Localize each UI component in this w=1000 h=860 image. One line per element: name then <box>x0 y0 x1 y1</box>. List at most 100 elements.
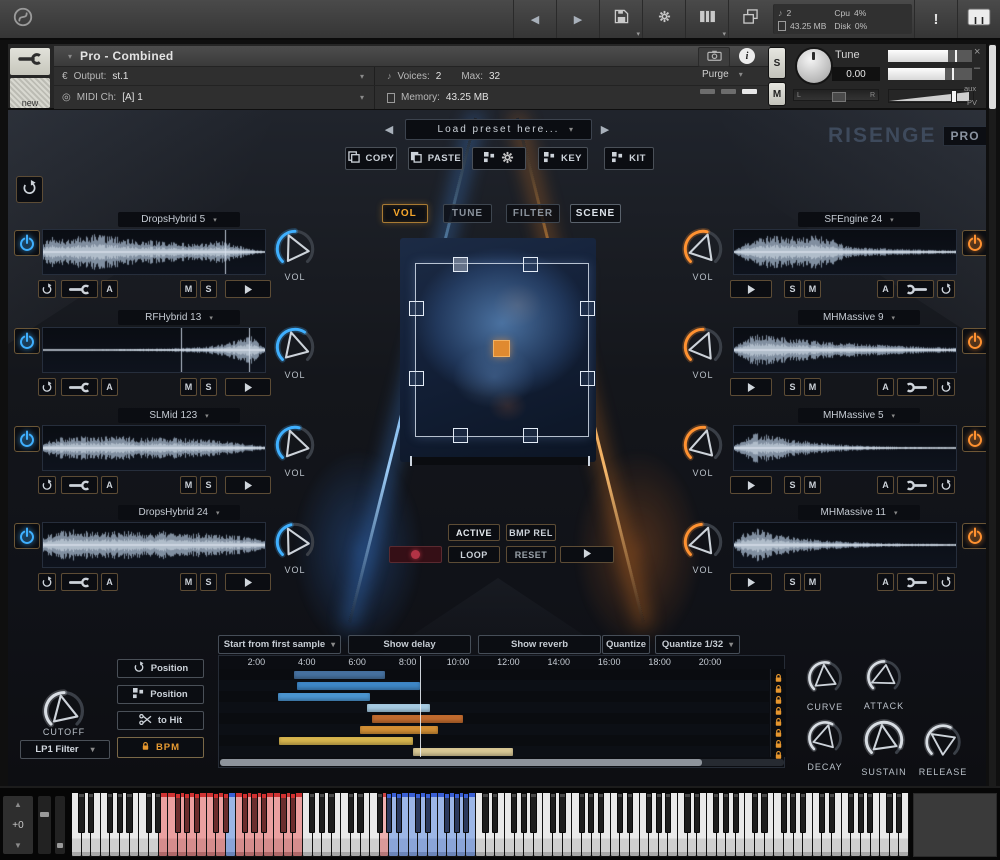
waveform-display[interactable] <box>42 327 266 373</box>
slot-mute-button[interactable]: M <box>180 280 197 298</box>
slot-volume-knob[interactable] <box>678 322 728 377</box>
slot-mute-button[interactable]: M <box>180 573 197 591</box>
snap-to-hit-button[interactable]: to Hit <box>117 711 204 730</box>
black-key-74[interactable] <box>790 793 796 833</box>
black-key-73[interactable] <box>781 793 787 833</box>
copy-button[interactable]: COPY <box>345 147 397 170</box>
pan-handle[interactable] <box>832 92 846 102</box>
sample-bar-3[interactable] <box>278 693 370 701</box>
slot-auto-button[interactable]: A <box>877 280 894 298</box>
black-key-0[interactable] <box>78 793 84 833</box>
black-key-25[interactable] <box>319 793 325 833</box>
slot-solo-button[interactable]: S <box>200 573 217 591</box>
release-knob[interactable] <box>920 719 966 770</box>
minimize-view-button[interactable] <box>728 0 771 38</box>
black-key-1[interactable] <box>88 793 94 833</box>
slot-mute-button[interactable]: M <box>180 378 197 396</box>
black-key-43[interactable] <box>492 793 498 833</box>
black-key-50[interactable] <box>559 793 565 833</box>
timeline-row[interactable] <box>219 680 769 691</box>
black-key-61[interactable] <box>665 793 671 833</box>
row-lock-icon[interactable] <box>774 670 783 680</box>
black-key-19[interactable] <box>261 793 267 833</box>
slot-solo-button[interactable]: S <box>200 378 217 396</box>
black-key-47[interactable] <box>530 793 536 833</box>
start-mode-select[interactable]: Start from first sample <box>218 635 341 654</box>
slot-refresh-button[interactable] <box>38 476 56 494</box>
black-key-80[interactable] <box>848 793 854 833</box>
tab-scene[interactable]: SCENE <box>570 204 621 223</box>
quantize-value-select[interactable]: Quantize 1/32 <box>655 635 740 654</box>
slot-volume-knob[interactable] <box>678 420 728 475</box>
black-key-75[interactable] <box>800 793 806 833</box>
pad-handle-right-2[interactable] <box>580 371 595 386</box>
slot-auto-button[interactable]: A <box>101 573 118 591</box>
slot-auto-button[interactable]: A <box>877 476 894 494</box>
new-instrument-button[interactable]: new <box>10 78 50 108</box>
tune-knob[interactable] <box>795 47 833 85</box>
black-key-7[interactable] <box>146 793 152 833</box>
slot-solo-button[interactable]: S <box>784 378 801 396</box>
transpose-down-icon[interactable]: ▼ <box>14 841 22 850</box>
volume-handle[interactable] <box>951 90 957 103</box>
slot-play-button[interactable] <box>730 378 772 396</box>
slot-tune-tool-button[interactable] <box>897 280 934 298</box>
pad-handle-left-2[interactable] <box>409 371 424 386</box>
row-lock-icon[interactable] <box>774 736 783 746</box>
record-button[interactable] <box>389 546 442 563</box>
curve-knob[interactable] <box>803 656 847 705</box>
waveform-display[interactable] <box>733 425 957 471</box>
black-key-64[interactable] <box>694 793 700 833</box>
piano-keyboard[interactable] <box>72 793 909 857</box>
view-layout-button[interactable] <box>685 0 728 38</box>
kit-mode-button[interactable]: KIT <box>604 147 654 170</box>
row-lock-icon[interactable] <box>774 681 783 691</box>
close-button[interactable]: × <box>974 46 980 58</box>
black-key-3[interactable] <box>107 793 113 833</box>
row-lock-icon[interactable] <box>774 747 783 757</box>
nav-back-button[interactable] <box>513 0 556 38</box>
quantize-button[interactable]: Quantize <box>602 635 650 654</box>
black-key-56[interactable] <box>617 793 623 833</box>
slot-power-button[interactable] <box>14 230 40 256</box>
black-key-40[interactable] <box>463 793 469 833</box>
instrument-title-bar[interactable]: Pro - Combined <box>54 46 770 66</box>
loop-button[interactable]: LOOP <box>448 546 500 563</box>
rack-scrollbar-thumb[interactable] <box>989 45 996 109</box>
slot-power-button[interactable] <box>14 328 40 354</box>
black-key-66[interactable] <box>713 793 719 833</box>
slot-power-button[interactable] <box>14 426 40 452</box>
black-key-54[interactable] <box>598 793 604 833</box>
slot-refresh-button[interactable] <box>937 573 955 591</box>
waveform-display[interactable] <box>42 229 266 275</box>
purge-menu[interactable]: Purge <box>702 69 743 80</box>
sample-timeline[interactable]: 2:004:006:008:0010:0012:0014:0016:0018:0… <box>218 655 785 768</box>
black-key-35[interactable] <box>415 793 421 833</box>
slot-tune-tool-button[interactable] <box>897 573 934 591</box>
slot-mute-button[interactable]: M <box>180 476 197 494</box>
timeline-row[interactable] <box>219 735 769 746</box>
paste-button[interactable]: PASTE <box>408 147 463 170</box>
sample-select[interactable]: DropsHybrid 5 <box>118 212 240 227</box>
sample-bar-8[interactable] <box>413 748 514 756</box>
show-reverb-button[interactable]: Show reverb <box>478 635 601 654</box>
bpm-lock-button[interactable]: BPM <box>117 737 204 758</box>
slot-play-button[interactable] <box>225 476 271 494</box>
slot-refresh-button[interactable] <box>937 476 955 494</box>
black-key-12[interactable] <box>194 793 200 833</box>
tab-vol[interactable]: VOL <box>382 204 428 223</box>
kit-settings-button[interactable] <box>472 147 526 170</box>
black-key-14[interactable] <box>213 793 219 833</box>
black-key-33[interactable] <box>396 793 402 833</box>
slot-solo-button[interactable]: S <box>200 476 217 494</box>
black-key-26[interactable] <box>328 793 334 833</box>
slot-tune-tool-button[interactable] <box>897 378 934 396</box>
slot-volume-knob[interactable] <box>270 224 320 279</box>
attack-knob[interactable] <box>862 655 906 704</box>
black-key-28[interactable] <box>348 793 354 833</box>
slot-play-button[interactable] <box>730 476 772 494</box>
pad-handle-right-1[interactable] <box>580 301 595 316</box>
sample-select[interactable]: MHMassive 9 <box>798 310 920 325</box>
timeline-row[interactable] <box>219 669 769 680</box>
slot-solo-button[interactable]: S <box>200 280 217 298</box>
